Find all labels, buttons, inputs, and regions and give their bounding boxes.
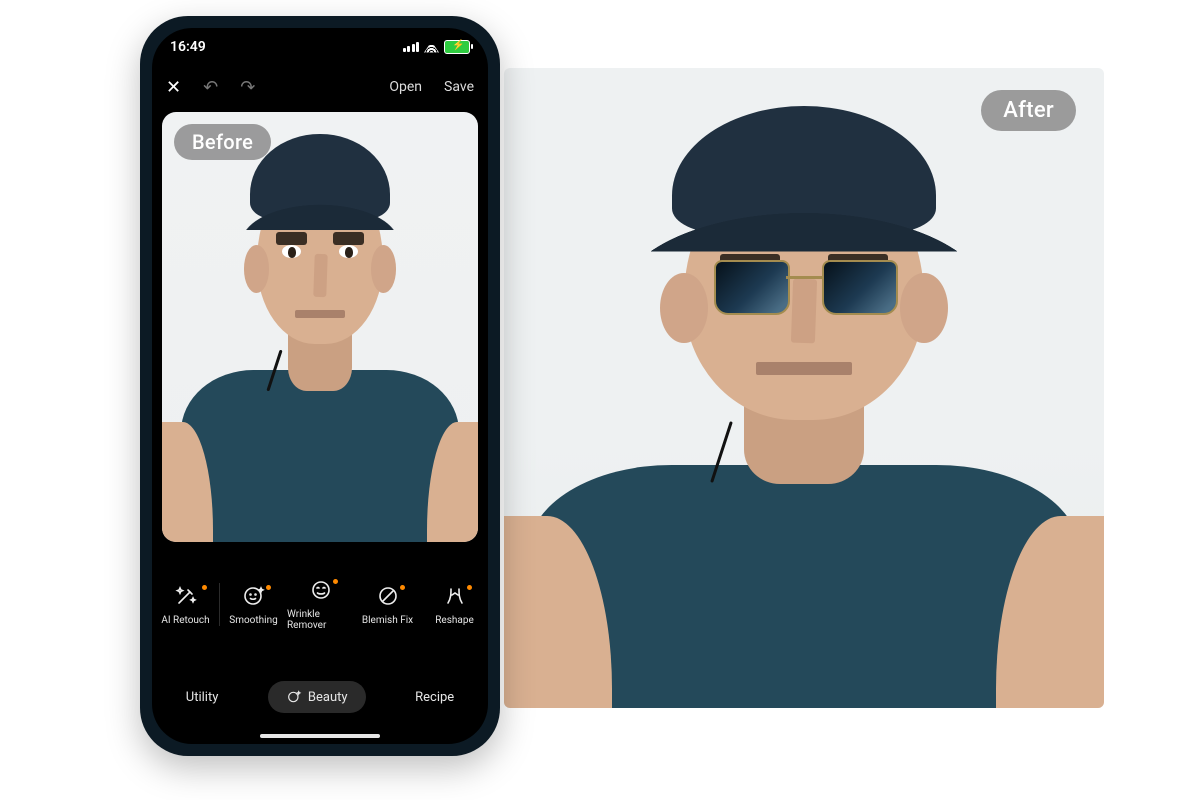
tab-label: Beauty bbox=[308, 690, 348, 705]
tool-label: Smoothing bbox=[229, 615, 277, 626]
redo-button[interactable]: ↷ bbox=[240, 77, 255, 98]
new-badge-dot bbox=[333, 579, 338, 584]
tool-label: Reshape bbox=[435, 615, 474, 626]
before-badge: Before bbox=[174, 124, 271, 160]
smiley-wrinkle-icon bbox=[308, 577, 334, 603]
after-panel: After bbox=[504, 68, 1104, 708]
face-sparkle-icon bbox=[286, 689, 302, 705]
tab-recipe[interactable]: Recipe bbox=[397, 682, 472, 713]
tab-label: Utility bbox=[186, 690, 219, 705]
cellular-signal-icon bbox=[403, 42, 420, 52]
phone-notch bbox=[245, 28, 395, 52]
tab-beauty[interactable]: Beauty bbox=[268, 681, 366, 713]
bottom-tab-bar: Utility Beauty Recipe bbox=[152, 672, 488, 722]
tool-ai-retouch[interactable]: AI Retouch bbox=[152, 583, 220, 626]
wand-icon bbox=[173, 583, 199, 609]
new-badge-dot bbox=[400, 585, 405, 590]
face-sparkle-icon bbox=[241, 583, 267, 609]
after-badge: After bbox=[981, 90, 1076, 131]
pinch-reshape-icon bbox=[442, 583, 468, 609]
tool-smoothing[interactable]: Smoothing bbox=[220, 583, 287, 626]
wifi-icon bbox=[424, 42, 439, 53]
status-time: 16:49 bbox=[170, 39, 206, 55]
new-badge-dot bbox=[467, 585, 472, 590]
tool-wrinkle-remover[interactable]: Wrinkle Remover bbox=[287, 577, 354, 631]
save-button[interactable]: Save bbox=[444, 79, 474, 95]
undo-button[interactable]: ↶ bbox=[203, 77, 218, 98]
tool-label: AI Retouch bbox=[161, 615, 209, 626]
phone-screen: 16:49 ⚡ ✕ ↶ ↷ Open Save bbox=[152, 28, 488, 744]
before-person-illustration bbox=[162, 112, 478, 542]
circle-slash-icon bbox=[375, 583, 401, 609]
tool-reshape[interactable]: Reshape bbox=[421, 583, 488, 626]
tab-utility[interactable]: Utility bbox=[168, 682, 237, 713]
open-button[interactable]: Open bbox=[389, 79, 422, 95]
tool-label: Wrinkle Remover bbox=[287, 609, 354, 631]
close-button[interactable]: ✕ bbox=[166, 77, 181, 98]
new-badge-dot bbox=[266, 585, 271, 590]
editor-toolbar: ✕ ↶ ↷ Open Save bbox=[152, 66, 488, 108]
battery-charging-icon: ⚡ bbox=[444, 40, 470, 54]
after-person-illustration bbox=[504, 68, 1104, 708]
tab-label: Recipe bbox=[415, 690, 454, 705]
home-indicator[interactable] bbox=[260, 734, 380, 738]
beauty-tool-strip: AI Retouch Smoothing Wrinkle Remover bbox=[152, 562, 488, 646]
tool-label: Blemish Fix bbox=[362, 615, 413, 626]
phone-device-frame: 16:49 ⚡ ✕ ↶ ↷ Open Save bbox=[140, 16, 500, 756]
tool-blemish-fix[interactable]: Blemish Fix bbox=[354, 583, 421, 626]
editor-canvas[interactable]: Before bbox=[162, 112, 478, 542]
new-badge-dot bbox=[202, 585, 207, 590]
after-photo bbox=[504, 68, 1104, 708]
